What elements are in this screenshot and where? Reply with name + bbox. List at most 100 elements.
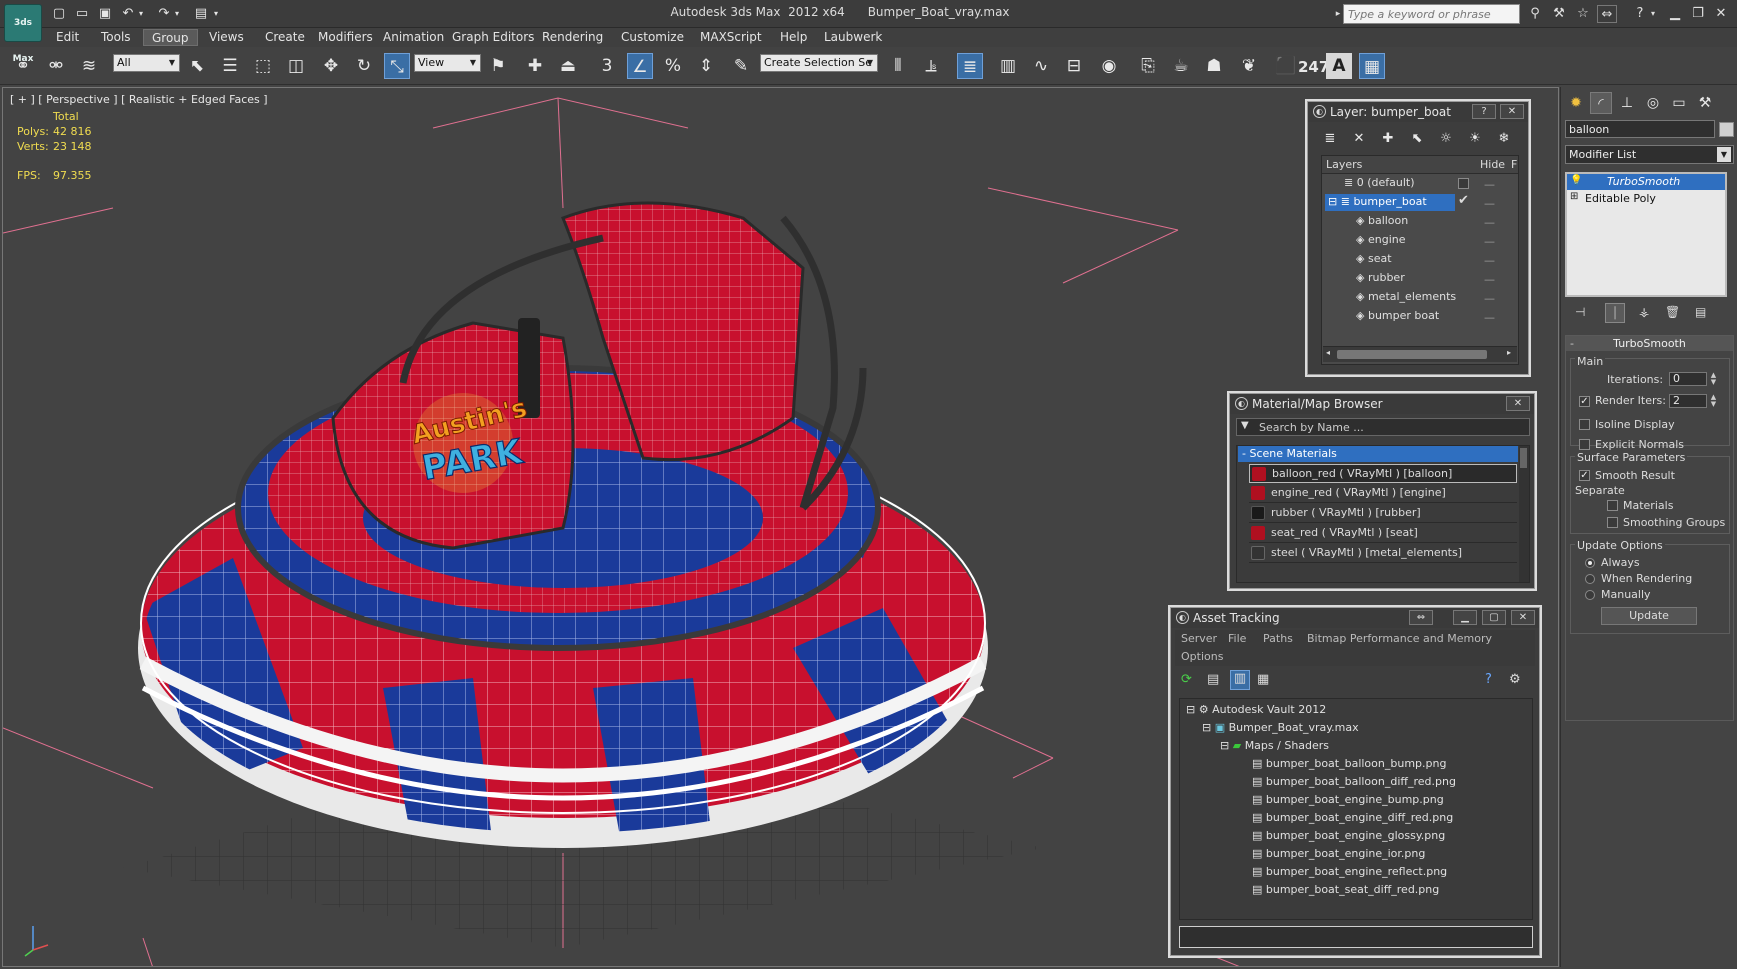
pivot-center-icon[interactable]: ⚑ — [485, 53, 511, 79]
table-view-icon[interactable]: ▦ — [1257, 672, 1269, 687]
material-editor-icon[interactable]: ◉ — [1096, 53, 1122, 79]
select-and-move-icon[interactable]: ✥ — [318, 53, 344, 79]
asset-menu-bitmap[interactable]: Bitmap Performance and Memory — [1307, 632, 1492, 645]
rectangular-selection-icon[interactable]: ⬚ — [250, 53, 276, 79]
configure-sets-icon[interactable]: ▤ — [1695, 305, 1706, 319]
minimize-icon[interactable]: ▁ — [1665, 5, 1685, 23]
layer-hide-toggle[interactable]: — — [1484, 176, 1495, 193]
menu-create[interactable]: Create — [257, 29, 313, 46]
angle-snap-icon[interactable]: ∠ — [627, 53, 653, 79]
select-manipulate-icon[interactable]: ✚ — [522, 53, 548, 79]
menu-views[interactable]: Views — [201, 29, 252, 46]
rendered-frame-window-icon[interactable]: ☕ — [1168, 53, 1194, 79]
layer-object-metal-elements[interactable]: ◈ metal_elements — [1356, 288, 1456, 305]
menu-tools[interactable]: Tools — [93, 29, 139, 46]
layer-hide-toggle[interactable]: — — [1484, 233, 1495, 250]
select-in-layer-icon[interactable]: ⬉ — [1405, 128, 1429, 150]
separate-smoothing-groups-checkbox[interactable] — [1607, 517, 1618, 528]
open-file-icon[interactable]: ▭ — [73, 5, 91, 22]
subscription-icon[interactable]: ⚒ — [1549, 5, 1569, 23]
asset-minimize-button[interactable]: ▁ — [1453, 610, 1477, 625]
map-file-item[interactable]: ▤ bumper_boat_balloon_bump.png — [1252, 755, 1446, 772]
mirror-icon[interactable]: ⫴ — [885, 53, 911, 79]
delete-layer-icon[interactable]: ✕ — [1347, 128, 1371, 150]
asset-settings-icon[interactable]: ⚙ — [1509, 672, 1521, 687]
layer-help-button[interactable]: ? — [1472, 104, 1496, 119]
save-file-icon[interactable]: ▣ — [96, 5, 114, 22]
freeze-all-icon[interactable]: ❄ — [1492, 128, 1516, 150]
max-file-node[interactable]: ⊟ ▣ Bumper_Boat_vray.max — [1202, 719, 1359, 736]
render-iters-checkbox[interactable]: ✓ — [1579, 396, 1590, 407]
material-search-input[interactable]: Search by Name ... — [1259, 421, 1364, 434]
align-icon[interactable]: ⫡ — [918, 53, 944, 79]
hierarchy-tab-icon[interactable]: ⊥ — [1616, 92, 1638, 114]
asset-menu-file[interactable]: File — [1228, 632, 1246, 645]
unlink-selection-icon[interactable]: ⚮ — [43, 53, 69, 79]
material-item-balloon-red[interactable]: balloon_red ( VRayMtl ) [balloon] — [1249, 464, 1517, 483]
lightbulb-icon[interactable]: 💡 — [1570, 175, 1582, 186]
col-hide[interactable]: Hide — [1480, 158, 1505, 171]
update-button[interactable]: Update — [1601, 607, 1697, 625]
keyword-search-input[interactable]: Type a keyword or phrase — [1343, 4, 1520, 24]
reference-coordinate-dropdown[interactable]: View ▼ — [414, 54, 481, 72]
redo-icon[interactable]: ↷ — [155, 5, 173, 22]
help-dropdown-icon[interactable]: ▾ — [1648, 5, 1658, 23]
maps-folder-node[interactable]: ⊟ ▰ Maps / Shaders — [1220, 737, 1329, 754]
laubwerk-plant-icon[interactable]: ❦ — [1236, 53, 1262, 79]
layer-object-bumper-boat[interactable]: ◈ bumper boat — [1356, 307, 1439, 324]
keyboard-shortcut-override-icon[interactable]: ⏏ — [555, 53, 581, 79]
map-file-item[interactable]: ▤ bumper_boat_engine_ior.png — [1252, 845, 1425, 862]
menu-graph-editors[interactable]: Graph Editors — [444, 29, 542, 46]
motion-tab-icon[interactable]: ◎ — [1642, 92, 1664, 114]
select-object-icon[interactable]: ⬉ — [184, 53, 210, 79]
material-item-steel[interactable]: steel ( VRayMtl ) [metal_elements] — [1249, 544, 1517, 563]
new-file-icon[interactable]: ▢ — [50, 5, 68, 22]
spinner-snap-icon[interactable]: ⇕ — [693, 53, 719, 79]
smooth-result-checkbox[interactable]: ✓ — [1579, 470, 1590, 481]
create-layer-icon[interactable]: ≣ — [1318, 128, 1342, 150]
undo-dropdown-icon[interactable]: ▾ — [136, 5, 146, 22]
asset-menu-paths[interactable]: Paths — [1263, 632, 1293, 645]
text-tool-icon[interactable]: A — [1326, 53, 1352, 79]
material-item-seat-red[interactable]: seat_red ( VRayMtl ) [seat] — [1249, 524, 1517, 543]
layer-hide-toggle[interactable]: — — [1484, 271, 1495, 288]
menu-help[interactable]: Help — [772, 29, 815, 46]
highlight-layer-icon[interactable]: ☼ — [1434, 128, 1458, 150]
calculator-icon[interactable]: ▦ — [1359, 53, 1385, 79]
close-icon[interactable]: ✕ — [1711, 5, 1731, 23]
restore-icon[interactable]: ❐ — [1688, 5, 1708, 23]
map-file-item[interactable]: ▤ bumper_boat_engine_diff_red.png — [1252, 809, 1453, 826]
material-item-engine-red[interactable]: engine_red ( VRayMtl ) [engine] — [1249, 484, 1517, 503]
modify-tab-icon[interactable]: ◜ — [1590, 92, 1612, 114]
menu-laubwerk[interactable]: Laubwerk — [816, 29, 890, 46]
menu-maxscript[interactable]: MAXScript — [692, 29, 770, 46]
tree-view-icon[interactable]: ▥ — [1230, 670, 1250, 690]
layer-manager-icon[interactable]: ≣ — [957, 53, 983, 79]
collapse-icon[interactable]: ⊟ — [1186, 703, 1199, 716]
percent-snap-icon[interactable]: % — [660, 53, 686, 79]
select-and-rotate-icon[interactable]: ↻ — [351, 53, 377, 79]
turbosmooth-rollout-header[interactable]: - TurboSmooth — [1566, 336, 1733, 351]
select-and-scale-icon[interactable]: ⤡ — [384, 53, 410, 79]
asset-menu-server[interactable]: Server — [1181, 632, 1217, 645]
stack-item-turbosmooth[interactable]: 💡 TurboSmooth — [1567, 174, 1725, 190]
map-file-item[interactable]: ▤ bumper_boat_engine_glossy.png — [1252, 827, 1445, 844]
collapse-icon[interactable]: ⊟ — [1220, 739, 1233, 752]
material-item-rubber[interactable]: rubber ( VRayMtl ) [rubber] — [1249, 504, 1517, 523]
select-by-name-icon[interactable]: ☰ — [217, 53, 243, 79]
spinner-arrows-icon[interactable]: ▲ ▼ — [1709, 372, 1718, 386]
create-tab-icon[interactable]: ✹ — [1565, 92, 1587, 114]
layer-hide-toggle[interactable]: — — [1484, 309, 1495, 326]
render-production-icon[interactable]: ☗ — [1201, 53, 1227, 79]
layer-object-rubber[interactable]: ◈ rubber — [1356, 269, 1405, 286]
explicit-normals-checkbox[interactable] — [1579, 439, 1590, 450]
exchange-icon[interactable]: ⇔ — [1597, 5, 1617, 23]
layer-row-default[interactable]: ≣ 0 (default) — [1344, 174, 1504, 191]
spinner-arrows-icon[interactable]: ▲ ▼ — [1709, 394, 1718, 408]
map-file-item[interactable]: ▤ bumper_boat_balloon_diff_red.png — [1252, 773, 1456, 790]
options-menu-icon[interactable]: ▼ — [1241, 420, 1249, 431]
material-browser-close-button[interactable]: ✕ — [1506, 396, 1530, 411]
menu-edit[interactable]: Edit — [48, 29, 87, 46]
scene-materials-group[interactable]: - Scene Materials — [1238, 446, 1518, 462]
schematic-view-icon[interactable]: ⊟ — [1061, 53, 1087, 79]
